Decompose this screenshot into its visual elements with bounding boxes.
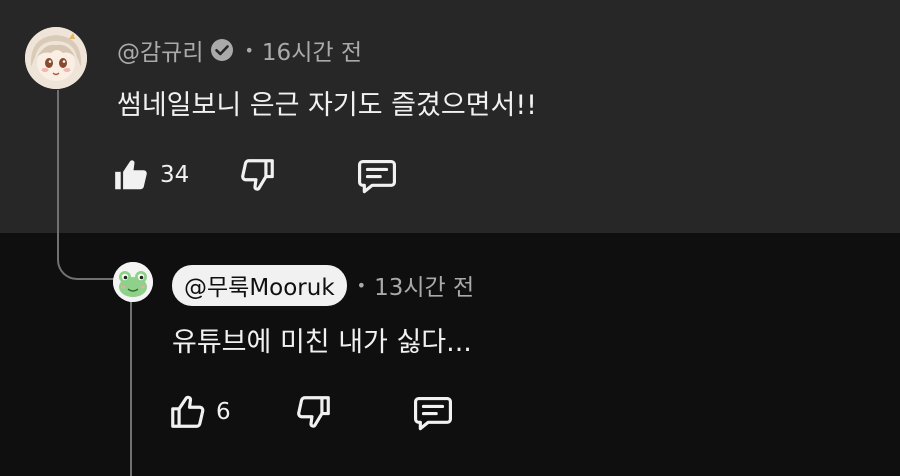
reply-actions: 6: [168, 393, 455, 431]
dislike-button[interactable]: [239, 156, 277, 194]
like-button[interactable]: 34: [112, 156, 189, 194]
comment-author[interactable]: @감규리: [117, 33, 203, 67]
comment-actions: 34: [112, 156, 399, 194]
thumbs-up-icon: [168, 393, 206, 431]
reply-author-chip[interactable]: @무룩Mooruk: [172, 264, 347, 306]
dislike-button[interactable]: [295, 393, 333, 431]
reply-button[interactable]: [411, 393, 455, 431]
comment-text: 썸네일보니 은근 자기도 즐겼으면서!!: [117, 90, 537, 121]
thumbs-down-icon: [295, 393, 333, 431]
reply-meta: @무룩Mooruk • 13시간 전: [172, 264, 474, 306]
like-count: 34: [160, 162, 190, 188]
comment-reply-icon: [355, 156, 399, 194]
replier-avatar[interactable]: [113, 262, 153, 302]
verified-check-icon: [210, 38, 234, 62]
comment-meta: @감규리 • 16시간 전: [117, 32, 362, 68]
reply-button[interactable]: [355, 156, 399, 194]
comment-reply-icon: [411, 393, 455, 431]
like-count: 6: [216, 399, 231, 425]
thumbs-down-icon: [239, 156, 277, 194]
reply-text: 유튜브에 미친 내가 싫다...: [172, 327, 472, 358]
comment-time[interactable]: 16시간 전: [262, 33, 362, 67]
meta-separator: •: [356, 275, 367, 295]
commenter-avatar[interactable]: [25, 27, 87, 89]
thread-connector-branch: [77, 278, 117, 280]
thread-connector-line: [57, 90, 77, 280]
meta-separator: •: [244, 40, 254, 60]
thumbs-up-filled-icon: [112, 156, 150, 194]
anime-girl-avatar-icon: [25, 27, 87, 89]
like-button[interactable]: 6: [168, 393, 231, 431]
reply-thread-line: [130, 300, 132, 476]
frog-avatar-icon: [113, 262, 153, 302]
reply-time[interactable]: 13시간 전: [374, 268, 474, 302]
